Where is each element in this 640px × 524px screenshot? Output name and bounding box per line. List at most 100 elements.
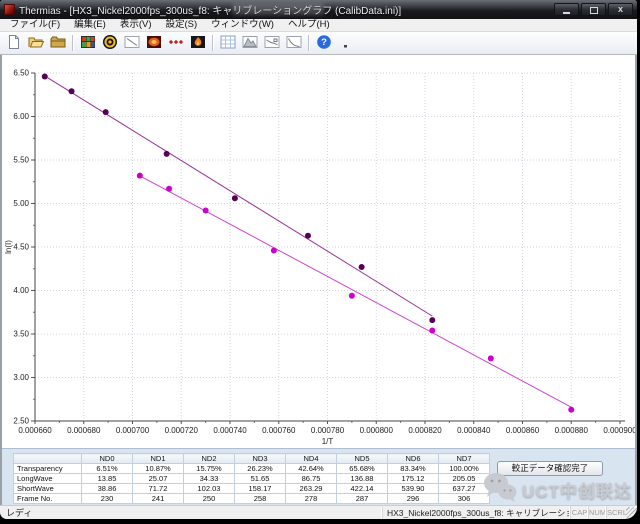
table-cell: 71.72 (133, 484, 184, 494)
calibration-chart: 0.0006600.0006800.0007000.0007200.000740… (2, 55, 635, 448)
data-point-longwave (429, 328, 435, 334)
app-window: Thermias - [HX3_Nickel2000fps_300us_f8: … (0, 0, 637, 519)
toolbar-button-chart-decay[interactable] (283, 34, 304, 53)
table-cell: 86.75 (286, 474, 337, 484)
flame-image-icon (190, 34, 206, 53)
table-cell: 158.17 (235, 484, 286, 494)
toolbar-button-histogram[interactable] (239, 34, 260, 53)
toolbar-button-line-chart[interactable] (121, 34, 142, 53)
column-header-nd3: ND3 (235, 454, 286, 464)
toolbar-button-chart-profile[interactable] (261, 34, 282, 53)
svg-text:4.00: 4.00 (13, 286, 29, 295)
column-header-nd2: ND2 (184, 454, 235, 464)
svg-text:0.000700: 0.000700 (116, 426, 150, 435)
confirm-calibration-button[interactable]: 較正データ確認完了 (497, 461, 603, 476)
table-header-row: ND0ND1ND2ND3ND4ND5ND6ND7 (14, 454, 490, 464)
table-cell: 10.87% (133, 464, 184, 474)
table-cell: 175.12 (388, 474, 439, 484)
open-folder-icon (28, 34, 44, 53)
menu-edit[interactable]: 編集(E) (67, 19, 113, 31)
svg-text:0.000760: 0.000760 (262, 426, 296, 435)
toolbar-overflow-icon (342, 34, 350, 53)
window-title: Thermias - [HX3_Nickel2000fps_300us_f8: … (19, 2, 401, 17)
data-point-longwave (349, 293, 355, 299)
calibration-table: ND0ND1ND2ND3ND4ND5ND6ND7Transparency6.51… (13, 453, 490, 504)
menu-help[interactable]: ヘルプ(H) (281, 19, 337, 31)
data-point-shortwave (232, 195, 238, 201)
close-button[interactable]: x (608, 3, 633, 16)
new-document-icon (6, 34, 22, 53)
table-corner-cell (14, 454, 82, 464)
table-cell: 83.34% (388, 464, 439, 474)
data-point-longwave (568, 407, 574, 413)
screen: Thermias - [HX3_Nickel2000fps_300us_f8: … (0, 0, 640, 524)
row-label: Frame No. (14, 494, 82, 504)
calibration-panel: ND0ND1ND2ND3ND4ND5ND6ND7Transparency6.51… (2, 448, 635, 505)
chart-profile-icon (264, 34, 280, 53)
row-label: ShortWave (14, 484, 82, 494)
toolbar-button-target[interactable] (99, 34, 120, 53)
maximize-button[interactable] (581, 3, 606, 16)
data-point-shortwave (103, 109, 109, 115)
table-cell: 258 (235, 494, 286, 504)
svg-text:?: ? (321, 37, 327, 48)
toolbar-button-grid[interactable] (217, 34, 238, 53)
svg-text:2.50: 2.50 (13, 417, 29, 426)
table-cell: 287 (337, 494, 388, 504)
status-ready-text: レディ (0, 506, 382, 519)
table-cell: 278 (286, 494, 337, 504)
minimize-button[interactable] (554, 3, 579, 16)
window-controls: x (554, 3, 633, 16)
toolbar-button-new-document[interactable] (3, 34, 24, 53)
table-cell: 34.33 (184, 474, 235, 484)
table-cell: 205.05 (439, 474, 490, 484)
toolbar-button-open-folder[interactable] (25, 34, 46, 53)
svg-text:5.50: 5.50 (13, 156, 29, 165)
titlebar-smudge (232, 3, 324, 15)
toolbar: ? (0, 32, 637, 55)
data-point-shortwave (429, 317, 435, 323)
toolbar-button-flame-image[interactable] (187, 34, 208, 53)
svg-text:0.000660: 0.000660 (18, 426, 52, 435)
table-row: Transparency6.51%10.87%15.75%26.23%42.64… (14, 464, 490, 474)
target-icon (102, 34, 118, 53)
toolbar-button-help[interactable]: ? (313, 34, 334, 53)
data-point-longwave (166, 186, 172, 192)
data-point-shortwave (359, 264, 365, 270)
table-cell: 637.27 (439, 484, 490, 494)
menubar: ファイル(F)編集(E)表示(V)設定(S)ウィンドウ(W)ヘルプ(H) (0, 19, 637, 32)
svg-text:0.000860: 0.000860 (506, 426, 540, 435)
sensor-palette-icon (80, 34, 96, 53)
resize-grip-icon[interactable] (626, 507, 637, 519)
client-area: 0.0006600.0006800.0007000.0007200.000740… (0, 55, 637, 505)
thermal-image-icon (146, 34, 162, 53)
line-chart-icon (124, 34, 140, 53)
toolbar-button-save-folder[interactable] (47, 34, 68, 53)
data-point-shortwave (42, 73, 48, 79)
toolbar-button-thermal-image[interactable] (143, 34, 164, 53)
table-cell: 15.75% (184, 464, 235, 474)
svg-text:1/T: 1/T (322, 437, 334, 446)
status-indicator-num: NUM (588, 506, 606, 519)
menu-window[interactable]: ウィンドウ(W) (204, 19, 281, 31)
column-header-nd0: ND0 (82, 454, 133, 464)
menu-view[interactable]: 表示(V) (113, 19, 159, 31)
column-header-nd6: ND6 (388, 454, 439, 464)
svg-text:3.50: 3.50 (13, 330, 29, 339)
grid-icon (220, 34, 236, 53)
status-document-text: HX3_Nickel2000fps_300us_f8: キャリブレーショングラフ (382, 507, 570, 519)
svg-text:5.00: 5.00 (13, 199, 29, 208)
table-cell: 100.00% (439, 464, 490, 474)
table-cell: 6.51% (82, 464, 133, 474)
toolbar-separator (212, 35, 213, 51)
toolbar-button-toolbar-overflow[interactable] (335, 34, 356, 53)
toolbar-button-marker-points[interactable] (165, 34, 186, 53)
data-point-longwave (137, 173, 143, 179)
toolbar-button-sensor-palette[interactable] (77, 34, 98, 53)
titlebar[interactable]: Thermias - [HX3_Nickel2000fps_300us_f8: … (0, 0, 637, 19)
menu-file[interactable]: ファイル(F) (3, 19, 67, 31)
svg-text:ln(I): ln(I) (4, 240, 13, 254)
data-point-longwave (203, 207, 209, 213)
menu-settings[interactable]: 設定(S) (158, 19, 204, 31)
svg-text:0.000900: 0.000900 (603, 426, 635, 435)
